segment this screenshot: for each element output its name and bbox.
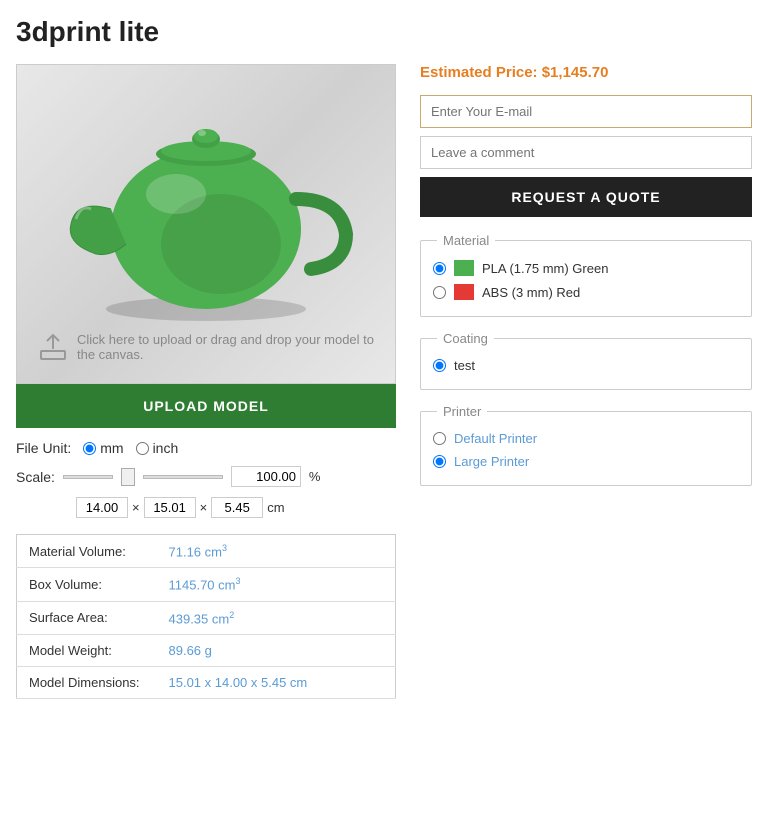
scale-input[interactable] [231,466,301,487]
app-title: 3dprint lite [16,16,752,48]
abs-color-swatch [454,284,474,300]
coating-option-test[interactable]: test [433,354,739,377]
model-preview [27,75,385,333]
upload-hint: Click here to upload or drag and drop yo… [37,331,395,363]
pla-color-swatch [454,260,474,276]
dim-sep-2: × [200,500,208,515]
body-shade [161,194,281,294]
printer-option-default[interactable]: Default Printer [433,427,739,450]
material-pla-radio[interactable] [433,262,446,275]
stat-label: Box Volume: [17,568,157,601]
unit-inch-text: inch [153,440,179,456]
coating-test-label: test [454,358,475,373]
stat-label: Material Volume: [17,535,157,568]
quote-button[interactable]: REQUEST A QUOTE [420,177,752,217]
stat-value: 1145.70 cm3 [157,568,396,601]
coating-legend: Coating [437,331,494,346]
teapot-svg [56,79,356,329]
knob-highlight [198,130,206,136]
material-legend: Material [437,233,495,248]
upload-hint-icon [37,331,69,363]
knob-top [194,129,218,143]
unit-mm-text: mm [100,440,123,456]
stat-value: 89.66 g [157,634,396,666]
comment-input[interactable] [420,136,752,169]
printer-default-radio[interactable] [433,432,446,445]
model-canvas[interactable]: Click here to upload or drag and drop yo… [16,64,396,384]
unit-inch-radio[interactable] [136,442,149,455]
dim-z-input[interactable] [211,497,263,518]
coating-test-radio[interactable] [433,359,446,372]
dim-unit: cm [267,500,284,515]
handle [296,199,346,269]
material-option-pla[interactable]: PLA (1.75 mm) Green [433,256,739,280]
table-row: Model Dimensions: 15.01 x 14.00 x 5.45 c… [17,666,396,698]
dimensions-row: × × cm [76,497,396,518]
file-unit-row: File Unit: mm inch [16,440,396,456]
scale-track-right [143,475,223,479]
material-abs-radio[interactable] [433,286,446,299]
material-abs-label: ABS (3 mm) Red [482,285,580,300]
scale-label: Scale: [16,469,55,485]
table-row: Model Weight: 89.66 g [17,634,396,666]
stat-value: 439.35 cm2 [157,601,396,634]
stat-label: Model Weight: [17,634,157,666]
dim-y-input[interactable] [144,497,196,518]
scale-handle[interactable] [121,468,135,486]
material-group: Material PLA (1.75 mm) Green ABS (3 mm) … [420,233,752,317]
upload-hint-text: Click here to upload or drag and drop yo… [77,332,395,362]
unit-mm-radio[interactable] [83,442,96,455]
stat-value: 15.01 x 14.00 x 5.45 cm [157,666,396,698]
material-option-abs[interactable]: ABS (3 mm) Red [433,280,739,304]
stat-value: 71.16 cm3 [157,535,396,568]
email-input[interactable] [420,95,752,128]
stat-label: Model Dimensions: [17,666,157,698]
stat-label: Surface Area: [17,601,157,634]
printer-legend: Printer [437,404,487,419]
printer-large-radio[interactable] [433,455,446,468]
dim-x-input[interactable] [76,497,128,518]
table-row: Surface Area: 439.35 cm2 [17,601,396,634]
right-panel: Estimated Price: $1,145.70 REQUEST A QUO… [420,64,752,500]
scale-row: Scale: % [16,466,396,487]
estimated-price-label: Estimated Price: [420,64,538,81]
estimated-price-value: $1,145.70 [542,64,609,81]
coating-group: Coating test [420,331,752,390]
printer-group: Printer Default Printer Large Printer [420,404,752,486]
upload-model-button[interactable]: UPLOAD MODEL [16,384,396,428]
estimated-price: Estimated Price: $1,145.70 [420,64,752,81]
printer-option-large[interactable]: Large Printer [433,450,739,473]
printer-large-link[interactable]: Large Printer [454,454,529,469]
scale-track-left [63,475,113,479]
dim-sep-1: × [132,500,140,515]
material-pla-label: PLA (1.75 mm) Green [482,261,608,276]
printer-default-link[interactable]: Default Printer [454,431,537,446]
unit-mm-label[interactable]: mm [83,440,123,456]
file-unit-label: File Unit: [16,440,71,456]
left-panel: Click here to upload or drag and drop yo… [16,64,396,699]
stats-table: Material Volume: 71.16 cm3 Box Volume: 1… [16,534,396,699]
scale-percent: % [309,469,321,484]
table-row: Material Volume: 71.16 cm3 [17,535,396,568]
table-row: Box Volume: 1145.70 cm3 [17,568,396,601]
unit-inch-label[interactable]: inch [136,440,179,456]
